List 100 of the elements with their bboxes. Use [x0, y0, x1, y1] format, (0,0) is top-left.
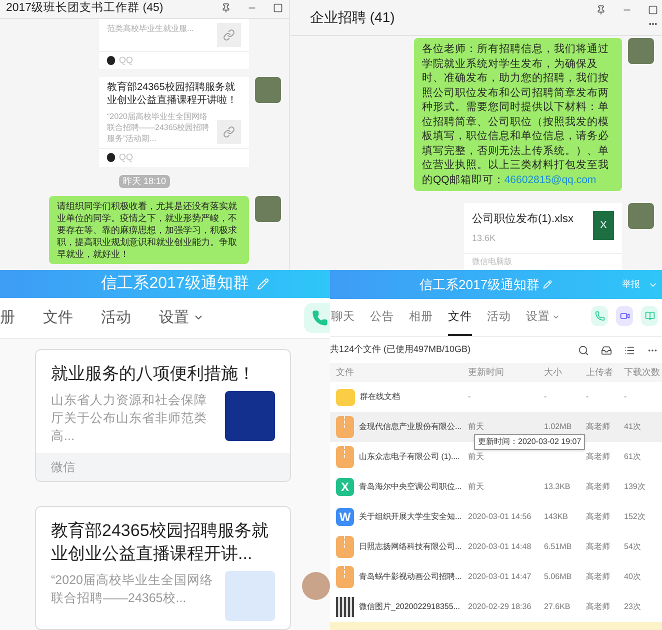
link-card[interactable]: 教育部24365校园招聘服务就业创业公益直播课程开讲啦！ “2020届高校毕业生全国网络联合招聘——24365校园招聘服务”活动期... QQ — [99, 77, 249, 166]
update-time: 前天 — [468, 481, 485, 493]
update-time: 前天 — [468, 421, 485, 433]
update-time: - — [468, 391, 472, 403]
video-button[interactable] — [616, 306, 633, 326]
tab[interactable]: 相册 — [409, 308, 433, 336]
pin-icon[interactable] — [221, 3, 231, 13]
phone-icon — [594, 311, 604, 321]
maximize-icon[interactable] — [648, 5, 658, 15]
window-title: 2017级班长团支书工作群 (45) — [6, 0, 164, 16]
card-description: 山东省人力资源和社会保障厅关于公布山东省非师范类高... — [51, 392, 208, 445]
uploader: 高老师 — [586, 571, 611, 583]
card-description: “2020届高校毕业生全国网络联合招聘——24365校园招聘服务”活动期... — [107, 111, 210, 144]
file-size: 13.3KB — [544, 481, 572, 493]
download-count: 152次 — [624, 511, 646, 523]
zip-file-icon — [336, 536, 354, 558]
phone-icon — [312, 310, 328, 326]
avatar — [255, 196, 281, 222]
search-icon[interactable] — [578, 344, 589, 356]
link-icon — [223, 28, 235, 40]
inbox-icon[interactable] — [601, 344, 612, 356]
time-stamp: 昨天 18:10 — [118, 174, 170, 188]
article-card[interactable]: 教育部24365校园招聘服务就业创业公益直播课程开讲... “2020届高校毕业生全国网络联合招聘——24365校... — [35, 506, 291, 630]
file-summary: 共124个文件 (已使用497MB/10GB) — [330, 343, 471, 356]
tooltip: 更新时间：2020-03-02 19:07 — [474, 434, 586, 450]
tab[interactable]: 公告 — [370, 308, 394, 336]
card-source: QQ — [119, 54, 134, 67]
avatar — [628, 38, 654, 64]
tab[interactable]: 设置 — [159, 306, 204, 329]
card-title: 教育部24365校园招聘服务就业创业公益直播课程开讲啦！ — [107, 81, 238, 107]
file-size: 27.6KB — [544, 601, 572, 613]
file-name: 山东众志电子有限公司 (1).... — [359, 451, 460, 463]
document-icon: W — [336, 508, 354, 526]
file-name: 青岛海尔中央空调公司职位... — [359, 481, 462, 493]
folder-icon — [336, 388, 355, 406]
group-title: 信工系2017级通知群 — [420, 276, 540, 294]
spreadsheet-icon: X — [336, 478, 354, 496]
file-name: 关于组织开展大学生安全知... — [359, 511, 462, 523]
update-time: 2020-03-01 14:47 — [468, 571, 532, 583]
file-name: 微信图片_2020022918355... — [359, 601, 460, 613]
file-name: 公司职位发布(1).xlsx — [472, 212, 574, 227]
file-name: 群在线文档 — [360, 391, 400, 403]
file-size: - — [544, 391, 548, 403]
file-size: 5.06MB — [544, 571, 573, 583]
card-description: 范类高校毕业生就业服... — [107, 22, 195, 34]
file-name: 日照志扬网络科技有限公司... — [359, 541, 462, 553]
update-time: 2020-02-29 18:36 — [468, 601, 532, 613]
avatar — [628, 203, 654, 229]
card-source: 微信 — [36, 453, 290, 481]
group-title: 信工系2017级通知群 — [101, 274, 249, 294]
tab[interactable]: 活动 — [101, 306, 131, 329]
file-card[interactable]: 公司职位发布(1).xlsx 13.6K X 微信电脑版 — [464, 203, 622, 270]
zip-file-icon — [336, 416, 354, 438]
download-count: 54次 — [624, 541, 642, 553]
download-count: 139次 — [624, 481, 646, 493]
message-bubble: 请组织同学们积极收看，尤其是还没有落实就业单位的同学。疫情之下，就业形势严峻，不要存在等、靠的麻痹思想，加强学习，积极求职，提高职业规划意识和就业创业能力。争取早就业，就好业！ — [49, 196, 249, 264]
file-name: 金现代信息产业股份有限公... — [359, 421, 462, 433]
card-title: 就业服务的八项便利措施！ — [51, 363, 256, 385]
list-icon[interactable] — [624, 344, 635, 356]
window-title: 企业招聘 (41) — [310, 8, 395, 27]
tab[interactable]: 设置 — [526, 308, 560, 336]
file-size: 143KB — [544, 511, 570, 523]
article-card[interactable]: 就业服务的八项便利措施！ 山东省人力资源和社会保障厅关于公布山东省非师范类高... 微信 — [35, 349, 291, 482]
update-time: 2020-03-01 14:56 — [468, 511, 532, 523]
pin-icon[interactable] — [596, 5, 606, 15]
card-source: QQ — [119, 151, 134, 164]
update-time: 前天 — [468, 451, 485, 463]
avatar — [302, 572, 330, 600]
file-size: 1.02MB — [544, 421, 573, 433]
tab[interactable]: 文件 — [448, 308, 472, 336]
uploader: 高老师 — [586, 421, 611, 433]
file-size: 13.6K — [472, 232, 497, 244]
download-count: 41次 — [624, 421, 642, 433]
video-icon — [620, 311, 630, 321]
tab[interactable]: 聊天 — [331, 308, 355, 336]
file-name: 青岛蜗牛影视动画公司招聘... — [359, 571, 462, 583]
download-count: 40次 — [624, 571, 642, 583]
zip-file-icon — [336, 566, 354, 588]
maximize-icon[interactable] — [273, 3, 283, 13]
spreadsheet-icon: X — [593, 211, 614, 240]
uploader: - — [586, 391, 590, 403]
tab[interactable]: 活动 — [487, 308, 511, 336]
card-title: 教育部24365校园招聘服务就业创业公益直播课程开讲... — [51, 520, 270, 565]
tab[interactable]: 册 — [0, 306, 15, 329]
thumbnail-image — [225, 391, 275, 441]
update-time: 2020-03-01 14:48 — [468, 541, 532, 553]
message-bubble: 各位老师：所有招聘信息，我们将通过学院就业系统对学生发布，为确保及时、准确发布，助力您的招聘，我们按照公司职位发布和公司招聘简章发布两种形式。需要您同时提供以下材料：单位招聘简章、公司职位（按照我发的模板填写，职位信息和单位信息，请务必填写完整，否则无法上传系统。）、单位营业执照。以上三类材料打包发至我的QQ邮箱即可：46602815@qq.com — [414, 38, 622, 191]
download-count: 23次 — [624, 601, 642, 613]
tab[interactable]: 文件 — [43, 306, 73, 329]
thumbnail-image — [225, 571, 275, 621]
avatar — [255, 77, 281, 103]
uploader: 高老师 — [586, 601, 611, 613]
download-count: - — [624, 391, 628, 403]
download-count: 61次 — [624, 451, 642, 463]
book-icon — [644, 311, 654, 321]
uploader: 高老师 — [586, 481, 611, 493]
uploader: 高老师 — [586, 541, 611, 553]
uploader: 高老师 — [586, 511, 611, 523]
link-icon — [223, 126, 235, 138]
uploader: 高老师 — [586, 451, 611, 463]
